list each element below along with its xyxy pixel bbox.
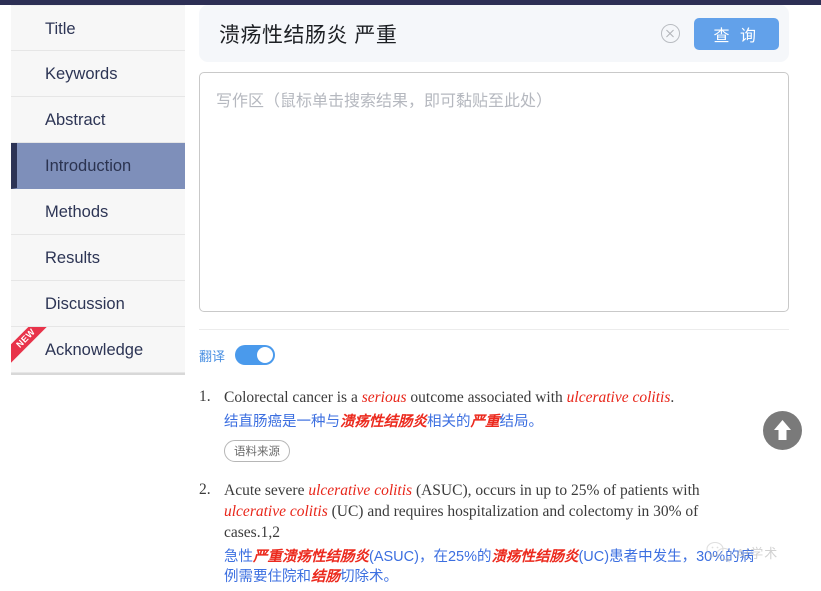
result-item: 2. Acute severe ulcerative colitis (ASUC)… bbox=[199, 480, 789, 587]
text-run: (ASUC)，在25%的 bbox=[369, 549, 492, 565]
text-run: Acute severe bbox=[224, 482, 309, 499]
highlight-term: 严重溃疡性结肠炎 bbox=[253, 549, 369, 565]
scroll-to-top-button[interactable] bbox=[763, 411, 802, 450]
result-number: 1. bbox=[199, 388, 211, 405]
result-body: Acute severe ulcerative colitis (ASUC), … bbox=[224, 480, 789, 587]
section-sidebar: Title Keywords Abstract Introduction Methods… bbox=[11, 5, 185, 375]
text-run: Colorectal cancer is a bbox=[224, 389, 362, 406]
text-run: outcome associated with bbox=[406, 389, 567, 406]
sidebar-item-introduction[interactable]: Introduction bbox=[11, 143, 185, 189]
sidebar-item-discussion[interactable]: Discussion bbox=[11, 281, 185, 327]
result-sentence-cn[interactable]: 结直肠癌是一种与溃疡性结肠炎相关的严重结局。 bbox=[224, 412, 759, 432]
result-number: 2. bbox=[199, 481, 211, 498]
search-bar: 查 询 bbox=[199, 5, 789, 62]
text-run: (ASUC), occurs in up to 25% of patients … bbox=[412, 482, 700, 499]
sidebar-item-results[interactable]: Results bbox=[11, 235, 185, 281]
text-run: 结局。 bbox=[499, 414, 544, 430]
text-run: 切除术。 bbox=[340, 569, 398, 585]
sidebar-item-label: Results bbox=[45, 249, 101, 267]
results-list: 1. Colorectal cancer is a serious outcome… bbox=[199, 387, 789, 587]
result-item: 1. Colorectal cancer is a serious outcome… bbox=[199, 387, 789, 462]
sidebar-item-title[interactable]: Title bbox=[11, 5, 185, 51]
result-sentence-cn[interactable]: 急性严重溃疡性结肠炎(ASUC)，在25%的溃疡性结肠炎(UC)患者中发生，30… bbox=[224, 547, 759, 587]
query-button[interactable]: 查 询 bbox=[693, 17, 779, 50]
writing-area-textarea[interactable] bbox=[199, 72, 789, 312]
text-run: . bbox=[670, 389, 675, 406]
result-sentence-en[interactable]: Acute severe ulcerative colitis (ASUC), … bbox=[224, 480, 744, 543]
result-sentence-en[interactable]: Colorectal cancer is a serious outcome a… bbox=[224, 387, 744, 408]
content-divider bbox=[199, 329, 789, 330]
sidebar-item-label: Abstract bbox=[45, 111, 106, 129]
translate-label: 翻译 bbox=[199, 348, 226, 364]
sidebar-item-label: Title bbox=[45, 20, 76, 38]
highlight-term: serious bbox=[361, 389, 407, 406]
search-input[interactable] bbox=[217, 20, 661, 47]
sidebar-item-abstract[interactable]: Abstract bbox=[11, 97, 185, 143]
toggle-knob bbox=[257, 347, 274, 363]
sidebar-item-label: Introduction bbox=[45, 157, 132, 175]
highlight-term: 结肠 bbox=[311, 569, 340, 585]
sidebar-item-label: Methods bbox=[45, 203, 109, 221]
close-circle-icon[interactable] bbox=[660, 24, 680, 43]
sidebar-item-methods[interactable]: Methods bbox=[11, 189, 185, 235]
sidebar-item-label: Keywords bbox=[45, 65, 118, 83]
highlight-term: ulcerative colitis bbox=[224, 503, 328, 520]
highlight-term: ulcerative colitis bbox=[566, 389, 671, 406]
highlight-term: 溃疡性结肠炎 bbox=[491, 549, 579, 565]
arrow-up-icon bbox=[774, 420, 791, 440]
source-tag-button[interactable]: 语料来源 bbox=[224, 440, 290, 462]
highlight-term: 严重 bbox=[470, 414, 500, 430]
sidebar-item-keywords[interactable]: Keywords bbox=[11, 51, 185, 97]
result-body: Colorectal cancer is a serious outcome a… bbox=[224, 387, 789, 462]
text-run: 结直肠癌是一种与 bbox=[224, 414, 340, 430]
translate-toggle-row: 翻译 bbox=[199, 345, 789, 365]
sidebar-item-acknowledge[interactable]: NEW Acknowledge bbox=[11, 327, 185, 373]
highlight-term: ulcerative colitis bbox=[308, 482, 413, 499]
text-run: 相关的 bbox=[427, 414, 471, 430]
sidebar-item-label: Discussion bbox=[45, 295, 125, 313]
main-panel: 查 询 翻译 1. Colorectal cancer is a serious … bbox=[199, 5, 789, 591]
sidebar-item-label: Acknowledge bbox=[45, 341, 144, 359]
app-root: Title Keywords Abstract Introduction Methods… bbox=[0, 0, 821, 591]
highlight-term: 溃疡性结肠炎 bbox=[340, 414, 427, 430]
translate-toggle[interactable] bbox=[235, 345, 276, 365]
text-run: 急性 bbox=[224, 549, 253, 565]
